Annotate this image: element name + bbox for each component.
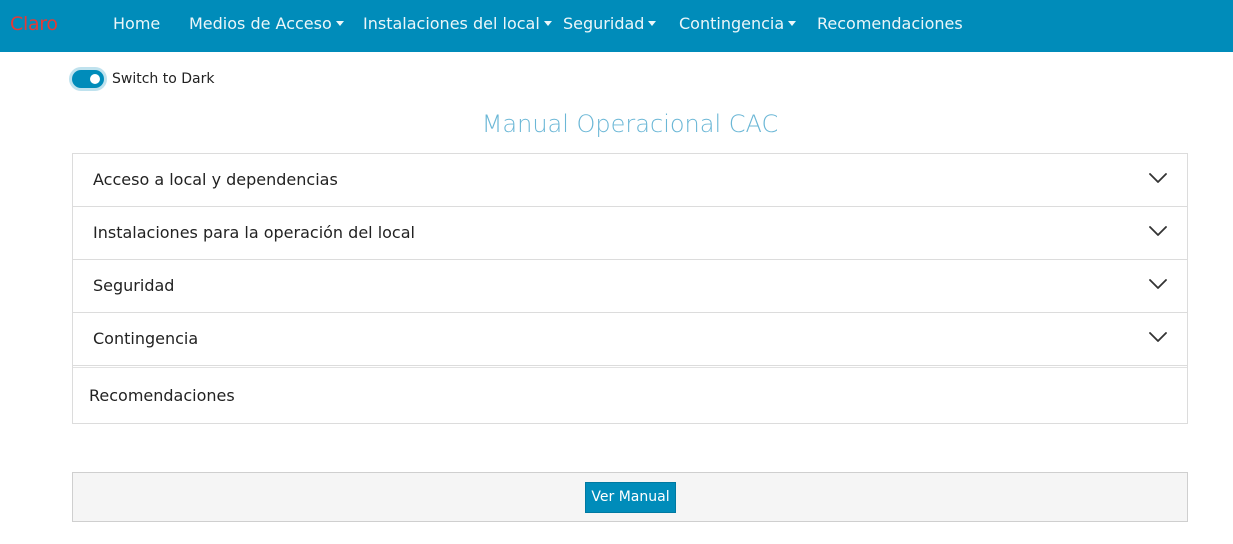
accordion-item-label: Contingencia (93, 329, 199, 348)
nav-home-label: Home (113, 14, 161, 33)
brand-logo[interactable]: Claro (10, 12, 58, 36)
caret-down-icon (543, 21, 552, 26)
chevron-down-icon (1149, 279, 1167, 289)
ver-manual-button[interactable]: Ver Manual (585, 482, 676, 513)
accordion-item-acceso[interactable]: Acceso a local y dependencias (73, 154, 1187, 207)
nav-instalaciones-del-local[interactable]: Instalaciones del local (363, 14, 552, 34)
nav-medios-de-acceso-label: Medios de Acceso (189, 14, 332, 33)
accordion-item-seguridad[interactable]: Seguridad (73, 260, 1187, 313)
dark-mode-toggle[interactable] (72, 70, 104, 88)
theme-switch: Switch to Dark (72, 70, 214, 88)
accordion-item-instalaciones[interactable]: Instalaciones para la operación del loca… (73, 207, 1187, 260)
nav-medios-de-acceso[interactable]: Medios de Acceso (189, 14, 344, 34)
accordion-item-label: Acceso a local y dependencias (93, 170, 338, 189)
chevron-down-icon (1149, 226, 1167, 236)
nav-instalaciones-label: Instalaciones del local (363, 14, 540, 33)
accordion-item-label: Recomendaciones (89, 386, 235, 405)
card-footer: Ver Manual (72, 472, 1188, 522)
top-navbar: Claro Home Medios de Acceso Instalacione… (0, 0, 1233, 52)
manual-accordion: Acceso a local y dependencias Instalacio… (72, 153, 1188, 424)
accordion-item-label: Instalaciones para la operación del loca… (93, 223, 415, 242)
chevron-down-icon (1149, 332, 1167, 342)
accordion-item-contingencia[interactable]: Contingencia (73, 313, 1187, 366)
toggle-knob (90, 74, 100, 84)
dark-mode-label[interactable]: Switch to Dark (112, 70, 214, 88)
page-title: Manual Operacional CAC (481, 110, 779, 138)
nav-recomendaciones-label: Recomendaciones (817, 14, 963, 33)
nav-contingencia[interactable]: Contingencia (679, 14, 797, 34)
nav-seguridad-label: Seguridad (563, 14, 645, 33)
caret-down-icon (648, 21, 657, 26)
nav-contingencia-label: Contingencia (679, 14, 785, 33)
caret-down-icon (335, 21, 344, 26)
nav-home[interactable]: Home (113, 14, 160, 34)
caret-down-icon (788, 21, 797, 26)
accordion-item-label: Seguridad (93, 276, 175, 295)
nav-seguridad[interactable]: Seguridad (563, 14, 657, 34)
nav-recomendaciones[interactable]: Recomendaciones (817, 14, 963, 34)
chevron-down-icon (1149, 173, 1167, 183)
accordion-item-recomendaciones[interactable]: Recomendaciones (73, 367, 1187, 423)
